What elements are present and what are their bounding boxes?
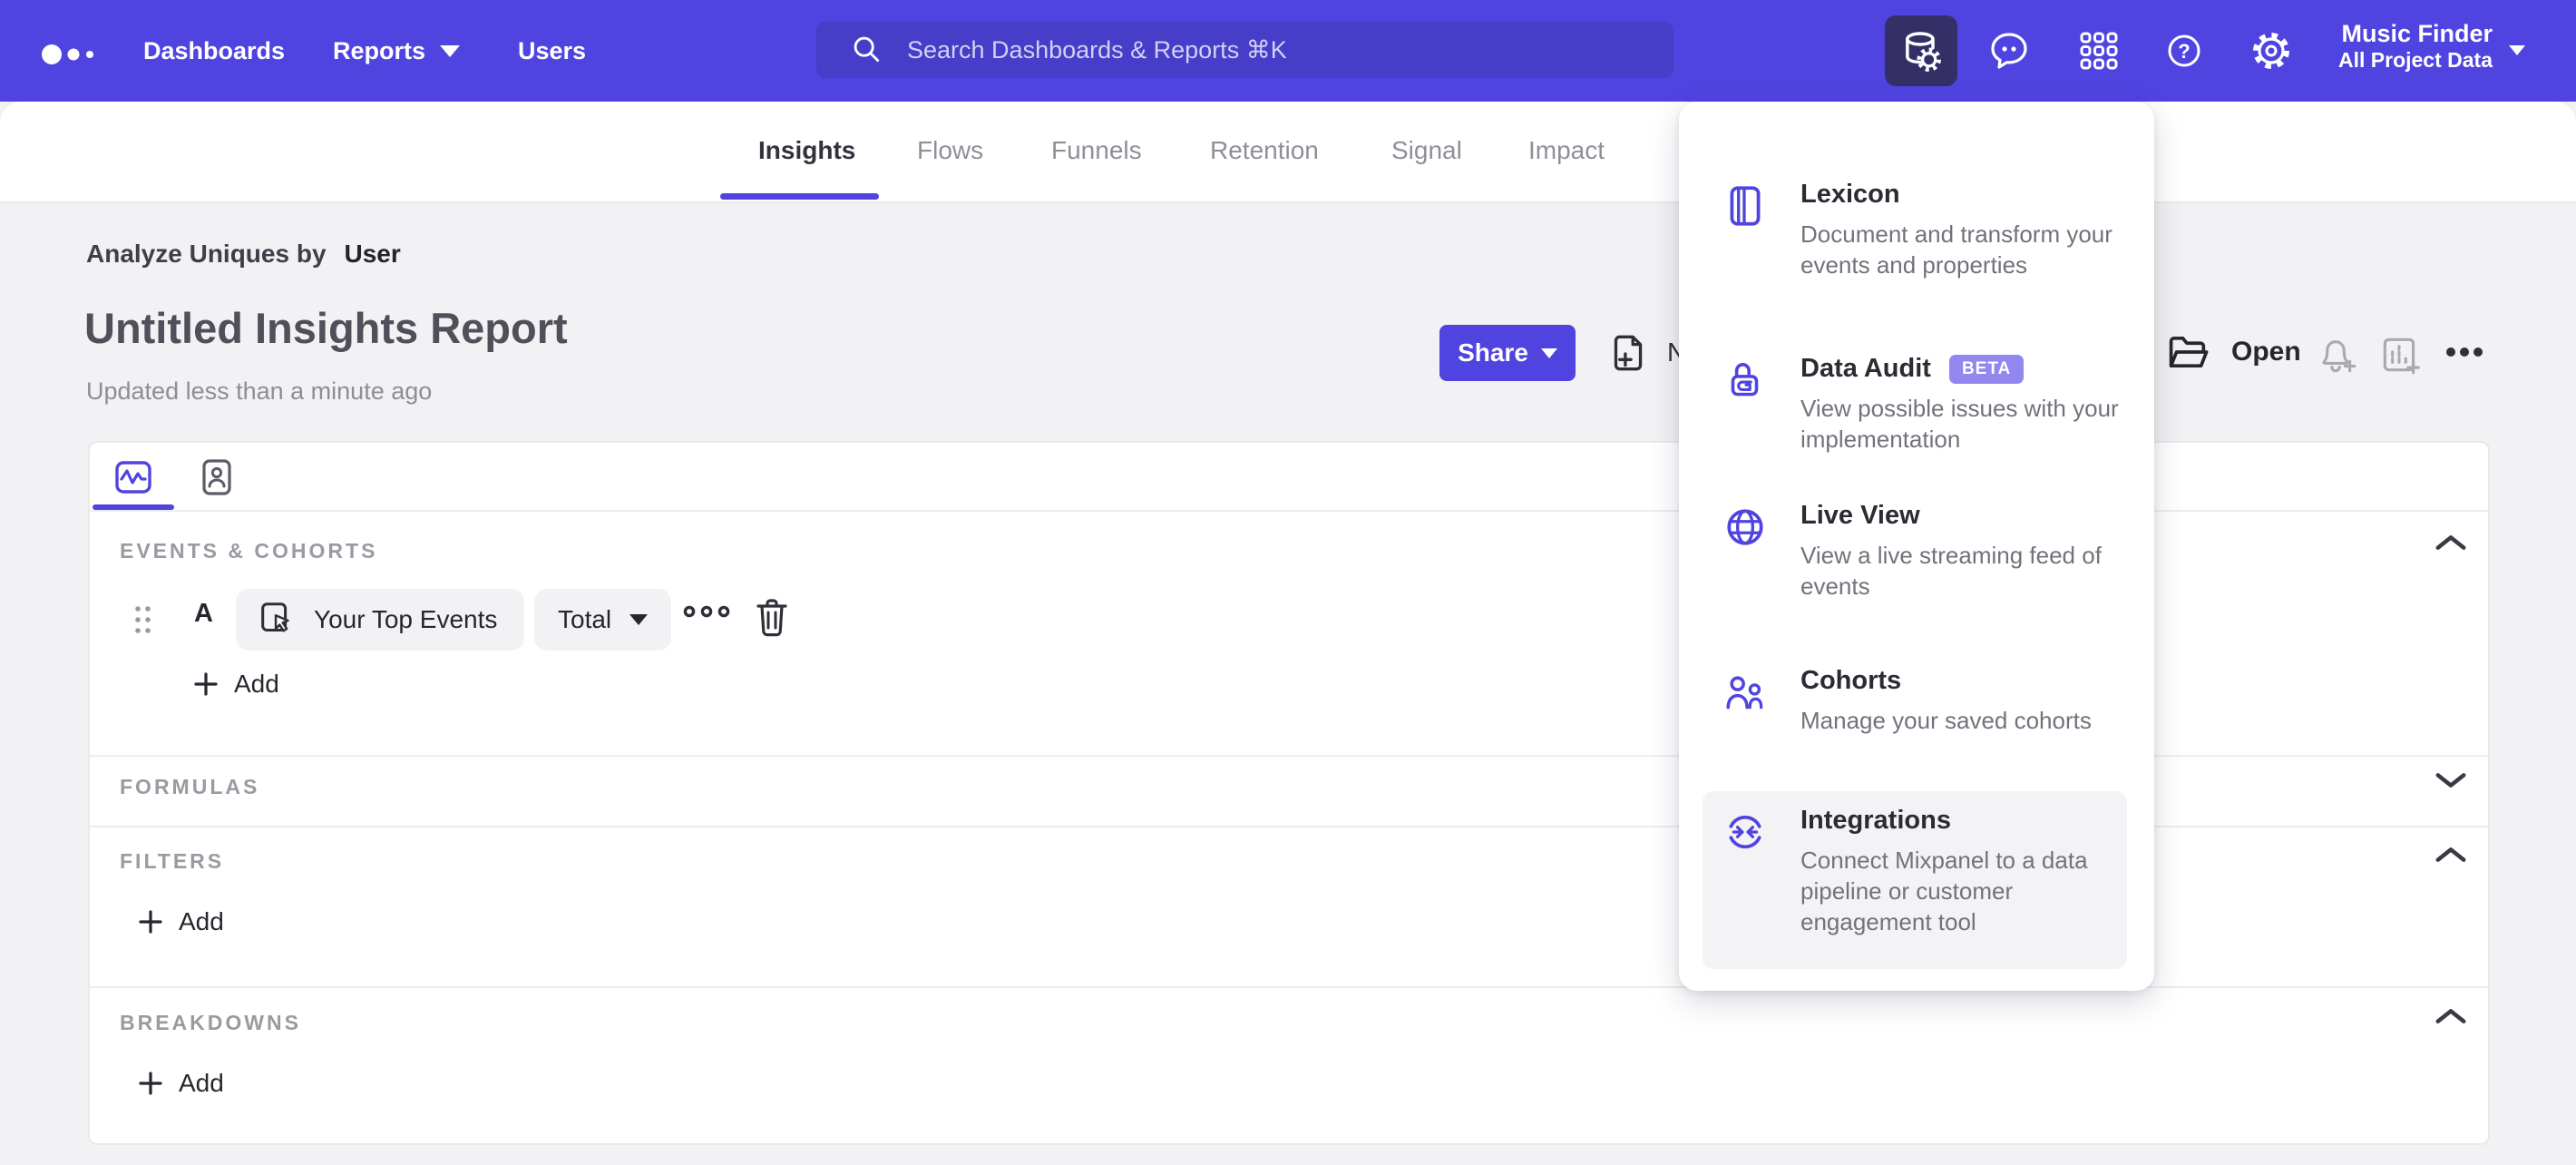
data-management-button[interactable] [1885, 15, 1957, 86]
menu-item-lexicon[interactable]: Lexicon Document and transform your even… [1703, 165, 2127, 295]
add-filter-button[interactable]: Add [137, 907, 224, 936]
analyze-label: Analyze Uniques by [86, 240, 327, 268]
share-button[interactable]: Share [1439, 325, 1576, 381]
mixpanel-logo-icon[interactable] [40, 38, 109, 71]
metric-name: Total [558, 605, 612, 633]
data-audit-lock-icon [1731, 363, 1759, 396]
event-selector-pill[interactable]: Your Top Events [236, 589, 525, 651]
top-nav: Dashboards Reports Users Search Dashboar… [0, 0, 2576, 102]
apps-grid-icon[interactable] [2077, 29, 2121, 73]
events-view-tab-icon[interactable] [112, 455, 155, 499]
delete-row-trash-icon[interactable] [751, 595, 793, 641]
data-management-menu: Lexicon Document and transform your even… [1679, 102, 2154, 991]
project-name: Music Finder [2341, 20, 2493, 47]
more-options-icon[interactable] [2444, 345, 2485, 359]
integrations-sync-icon [1729, 815, 1761, 849]
project-scope: All Project Data [2338, 48, 2493, 73]
tab-retention[interactable]: Retention [1210, 102, 1319, 200]
drag-handle[interactable] [133, 604, 153, 635]
caret-down-icon [2509, 45, 2525, 55]
event-cursor-icon [261, 602, 289, 632]
nav-item-dashboards[interactable]: Dashboards [143, 0, 285, 102]
menu-item-cohorts[interactable]: Cohorts Manage your saved cohorts [1703, 651, 2127, 750]
nav-item-reports[interactable]: Reports [333, 0, 461, 102]
beta-badge: BETA [1948, 354, 2025, 384]
plus-icon [139, 1072, 162, 1095]
search-input[interactable] [905, 34, 1598, 65]
menu-item-title: Cohorts [1800, 666, 1902, 695]
file-plus-icon [1614, 335, 1643, 371]
event-name: Your Top Events [314, 605, 498, 633]
analyze-uniques-row: Analyze Uniques by User [86, 240, 401, 269]
database-gear-icon [1906, 32, 1941, 73]
add-breakdown-button[interactable]: Add [137, 1069, 224, 1098]
live-view-globe-icon [1727, 509, 1763, 545]
tab-signal[interactable]: Signal [1391, 102, 1462, 200]
active-view-underline [93, 504, 174, 510]
collapse-filters-chevron-up-icon[interactable] [2435, 846, 2466, 864]
row-more-options-icon[interactable] [682, 604, 731, 619]
menu-item-title: Live View [1800, 501, 1920, 530]
events-cohorts-label: EVENTS & COHORTS [120, 539, 378, 563]
folder-open-icon [2169, 336, 2209, 368]
settings-gear-icon[interactable] [2249, 29, 2293, 73]
plus-icon [139, 910, 162, 934]
tab-insights[interactable]: Insights [758, 102, 855, 200]
add-event-button[interactable]: Add [192, 670, 279, 699]
analyze-value-dropdown[interactable]: User [345, 240, 401, 268]
menu-item-title: Integrations [1800, 806, 1951, 835]
collapse-breakdowns-chevron-up-icon[interactable] [2435, 1007, 2466, 1025]
project-selector[interactable]: Music Finder All Project Data [2338, 20, 2493, 72]
open-report-button[interactable]: Open [2164, 328, 2301, 376]
nav-item-label: Reports [333, 36, 426, 64]
plus-icon [194, 672, 218, 696]
page-title[interactable]: Untitled Insights Report [84, 303, 568, 353]
collapse-events-chevron-up-icon[interactable] [2435, 534, 2466, 552]
help-icon[interactable]: ? [2162, 29, 2206, 73]
breakdowns-label: BREAKDOWNS [120, 1011, 301, 1034]
users-view-tab-icon[interactable] [195, 455, 239, 499]
nav-item-users[interactable]: Users [518, 0, 586, 102]
cohorts-people-icon [1726, 676, 1763, 710]
menu-item-description: Manage your saved cohorts [1800, 707, 2092, 734]
help-glyph: ? [2178, 40, 2190, 63]
feedback-chat-icon[interactable] [1987, 29, 2031, 73]
menu-item-live-view[interactable]: Live View View a live streaming feed of … [1703, 486, 2127, 616]
expand-formulas-chevron-down-icon[interactable] [2435, 771, 2466, 789]
nav-item-label: Users [518, 36, 587, 64]
menu-item-description: View possible issues with your implement… [1800, 395, 2119, 453]
global-search[interactable] [816, 22, 1673, 78]
mixpanel-app: Dashboards Reports Users Search Dashboar… [0, 0, 2576, 1165]
menu-item-title: Data Audit [1800, 354, 1931, 383]
menu-item-title: Lexicon [1800, 180, 1900, 209]
menu-item-description: Connect Mixpanel to a data pipeline or c… [1800, 847, 2088, 935]
report-tabbar: Insights Flows Funnels Retention Signal … [0, 102, 2576, 203]
bell-plus-icon[interactable] [2313, 332, 2358, 377]
tab-flows[interactable]: Flows [917, 102, 983, 200]
filters-label: FILTERS [120, 849, 225, 873]
tab-impact[interactable]: Impact [1528, 102, 1605, 200]
series-letter: A [194, 599, 213, 628]
menu-item-data-audit[interactable]: Data Audit BETA View possible issues wit… [1703, 339, 2127, 469]
metric-selector-pill[interactable]: Total [534, 589, 672, 651]
caret-down-icon [440, 44, 461, 57]
add-to-dashboard-icon[interactable] [2377, 332, 2423, 377]
lexicon-book-icon [1730, 186, 1761, 226]
caret-down-icon [1540, 348, 1557, 358]
tab-funnels[interactable]: Funnels [1051, 102, 1142, 200]
formulas-label: FORMULAS [120, 775, 260, 798]
menu-item-description: Document and transform your events and p… [1800, 220, 2113, 279]
menu-item-integrations[interactable]: Integrations Connect Mixpanel to a data … [1703, 791, 2127, 969]
nav-item-label: Dashboards [143, 36, 286, 64]
active-tab-underline [720, 193, 879, 200]
updated-timestamp: Updated less than a minute ago [86, 377, 433, 405]
caret-down-icon [629, 614, 649, 625]
search-icon [854, 36, 880, 63]
menu-item-description: View a live streaming feed of events [1800, 542, 2102, 600]
